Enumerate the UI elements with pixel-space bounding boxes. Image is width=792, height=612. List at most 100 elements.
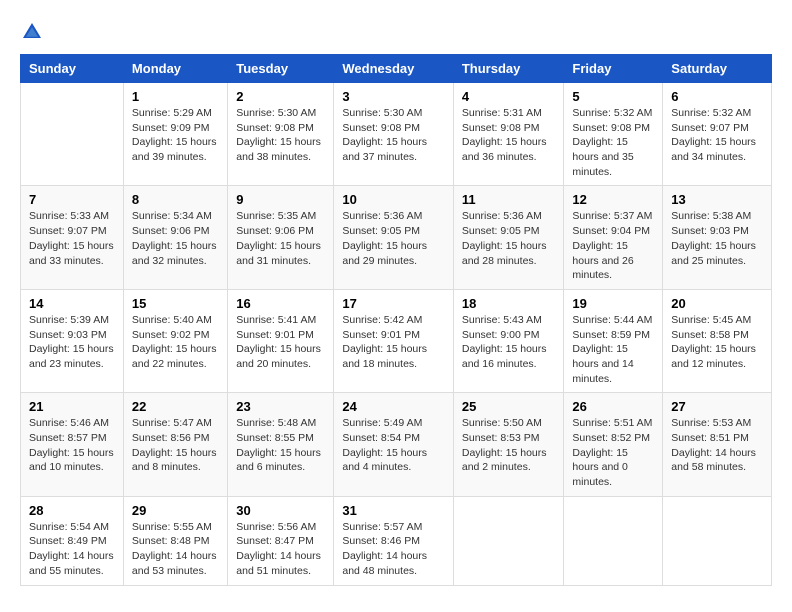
day-number: 7 [29,192,115,207]
day-info: Sunrise: 5:51 AMSunset: 8:52 PMDaylight:… [572,416,654,489]
weekday-header: Wednesday [334,55,454,83]
weekday-header: Thursday [453,55,564,83]
calendar-cell: 11 Sunrise: 5:36 AMSunset: 9:05 PMDayligh… [453,186,564,289]
calendar-cell: 23 Sunrise: 5:48 AMSunset: 8:55 PMDayligh… [228,393,334,496]
calendar-cell: 7 Sunrise: 5:33 AMSunset: 9:07 PMDaylight… [21,186,124,289]
day-info: Sunrise: 5:40 AMSunset: 9:02 PMDaylight:… [132,313,219,372]
day-info: Sunrise: 5:32 AMSunset: 9:08 PMDaylight:… [572,106,654,179]
calendar-week-row: 14 Sunrise: 5:39 AMSunset: 9:03 PMDayligh… [21,289,772,392]
calendar-cell: 18 Sunrise: 5:43 AMSunset: 9:00 PMDayligh… [453,289,564,392]
day-number: 12 [572,192,654,207]
calendar-cell: 3 Sunrise: 5:30 AMSunset: 9:08 PMDaylight… [334,83,454,186]
calendar-cell: 20 Sunrise: 5:45 AMSunset: 8:58 PMDayligh… [663,289,772,392]
day-number: 28 [29,503,115,518]
calendar-cell: 24 Sunrise: 5:49 AMSunset: 8:54 PMDayligh… [334,393,454,496]
day-info: Sunrise: 5:44 AMSunset: 8:59 PMDaylight:… [572,313,654,386]
calendar-cell: 21 Sunrise: 5:46 AMSunset: 8:57 PMDayligh… [21,393,124,496]
calendar-cell: 4 Sunrise: 5:31 AMSunset: 9:08 PMDaylight… [453,83,564,186]
day-info: Sunrise: 5:53 AMSunset: 8:51 PMDaylight:… [671,416,763,475]
calendar-cell: 16Sunrise: 5:41 AMSunset: 9:01 PMDayligh… [228,289,334,392]
day-info: Sunrise: 5:30 AMSunset: 9:08 PMDaylight:… [236,106,325,165]
calendar-cell: 10 Sunrise: 5:36 AMSunset: 9:05 PMDayligh… [334,186,454,289]
day-number: 9 [236,192,325,207]
calendar-cell [564,496,663,585]
day-info: Sunrise: 5:48 AMSunset: 8:55 PMDaylight:… [236,416,325,475]
weekday-header: Tuesday [228,55,334,83]
day-number: 6 [671,89,763,104]
day-number: 24 [342,399,445,414]
day-info: Sunrise: 5:32 AMSunset: 9:07 PMDaylight:… [671,106,763,165]
calendar-cell: 28 Sunrise: 5:54 AMSunset: 8:49 PMDayligh… [21,496,124,585]
day-info: Sunrise: 5:34 AMSunset: 9:06 PMDaylight:… [132,209,219,268]
day-info: Sunrise: 5:43 AMSunset: 9:00 PMDaylight:… [462,313,556,372]
day-info: Sunrise: 5:47 AMSunset: 8:56 PMDaylight:… [132,416,219,475]
calendar-cell: 14 Sunrise: 5:39 AMSunset: 9:03 PMDayligh… [21,289,124,392]
calendar-cell: 13 Sunrise: 5:38 AMSunset: 9:03 PMDayligh… [663,186,772,289]
calendar-cell: 2 Sunrise: 5:30 AMSunset: 9:08 PMDaylight… [228,83,334,186]
day-number: 21 [29,399,115,414]
day-number: 13 [671,192,763,207]
calendar-cell: 5 Sunrise: 5:32 AMSunset: 9:08 PMDaylight… [564,83,663,186]
day-number: 18 [462,296,556,311]
day-info: Sunrise: 5:35 AMSunset: 9:06 PMDaylight:… [236,209,325,268]
day-info: Sunrise: 5:54 AMSunset: 8:49 PMDaylight:… [29,520,115,579]
day-info: Sunrise: 5:36 AMSunset: 9:05 PMDaylight:… [462,209,556,268]
day-info: Sunrise: 5:46 AMSunset: 8:57 PMDaylight:… [29,416,115,475]
day-number: 1 [132,89,219,104]
day-info: Sunrise: 5:38 AMSunset: 9:03 PMDaylight:… [671,209,763,268]
calendar-cell: 27 Sunrise: 5:53 AMSunset: 8:51 PMDayligh… [663,393,772,496]
logo-icon [20,20,44,44]
day-number: 31 [342,503,445,518]
day-number: 14 [29,296,115,311]
calendar-cell: 19Sunrise: 5:44 AMSunset: 8:59 PMDayligh… [564,289,663,392]
calendar-cell: 17Sunrise: 5:42 AMSunset: 9:01 PMDayligh… [334,289,454,392]
day-number: 3 [342,89,445,104]
calendar-cell: 29Sunrise: 5:55 AMSunset: 8:48 PMDayligh… [123,496,227,585]
calendar-cell: 22 Sunrise: 5:47 AMSunset: 8:56 PMDayligh… [123,393,227,496]
day-number: 2 [236,89,325,104]
day-number: 22 [132,399,219,414]
day-number: 27 [671,399,763,414]
calendar-cell: 1 Sunrise: 5:29 AMSunset: 9:09 PMDaylight… [123,83,227,186]
day-number: 10 [342,192,445,207]
day-info: Sunrise: 5:29 AMSunset: 9:09 PMDaylight:… [132,106,219,165]
day-info: Sunrise: 5:55 AMSunset: 8:48 PMDaylight:… [132,520,219,579]
day-info: Sunrise: 5:39 AMSunset: 9:03 PMDaylight:… [29,313,115,372]
day-info: Sunrise: 5:45 AMSunset: 8:58 PMDaylight:… [671,313,763,372]
calendar-week-row: 7 Sunrise: 5:33 AMSunset: 9:07 PMDaylight… [21,186,772,289]
day-info: Sunrise: 5:30 AMSunset: 9:08 PMDaylight:… [342,106,445,165]
calendar-week-row: 21 Sunrise: 5:46 AMSunset: 8:57 PMDayligh… [21,393,772,496]
header-row: SundayMondayTuesdayWednesdayThursdayFrid… [21,55,772,83]
day-info: Sunrise: 5:33 AMSunset: 9:07 PMDaylight:… [29,209,115,268]
day-info: Sunrise: 5:31 AMSunset: 9:08 PMDaylight:… [462,106,556,165]
logo [20,20,48,44]
day-number: 4 [462,89,556,104]
day-info: Sunrise: 5:50 AMSunset: 8:53 PMDaylight:… [462,416,556,475]
weekday-header: Sunday [21,55,124,83]
calendar-week-row: 1 Sunrise: 5:29 AMSunset: 9:09 PMDaylight… [21,83,772,186]
day-info: Sunrise: 5:36 AMSunset: 9:05 PMDaylight:… [342,209,445,268]
day-number: 16 [236,296,325,311]
day-number: 20 [671,296,763,311]
day-number: 23 [236,399,325,414]
calendar-cell: 8 Sunrise: 5:34 AMSunset: 9:06 PMDaylight… [123,186,227,289]
day-info: Sunrise: 5:37 AMSunset: 9:04 PMDaylight:… [572,209,654,282]
calendar-cell: 26 Sunrise: 5:51 AMSunset: 8:52 PMDayligh… [564,393,663,496]
day-number: 11 [462,192,556,207]
weekday-header: Saturday [663,55,772,83]
day-number: 30 [236,503,325,518]
day-info: Sunrise: 5:56 AMSunset: 8:47 PMDaylight:… [236,520,325,579]
day-number: 26 [572,399,654,414]
day-number: 25 [462,399,556,414]
calendar-cell: 31 Sunrise: 5:57 AMSunset: 8:46 PMDayligh… [334,496,454,585]
day-number: 8 [132,192,219,207]
calendar-cell: 6 Sunrise: 5:32 AMSunset: 9:07 PMDaylight… [663,83,772,186]
day-info: Sunrise: 5:57 AMSunset: 8:46 PMDaylight:… [342,520,445,579]
calendar-cell [663,496,772,585]
calendar-cell: 25 Sunrise: 5:50 AMSunset: 8:53 PMDayligh… [453,393,564,496]
calendar-cell [453,496,564,585]
day-info: Sunrise: 5:49 AMSunset: 8:54 PMDaylight:… [342,416,445,475]
calendar-table: SundayMondayTuesdayWednesdayThursdayFrid… [20,54,772,586]
day-number: 5 [572,89,654,104]
calendar-week-row: 28 Sunrise: 5:54 AMSunset: 8:49 PMDayligh… [21,496,772,585]
